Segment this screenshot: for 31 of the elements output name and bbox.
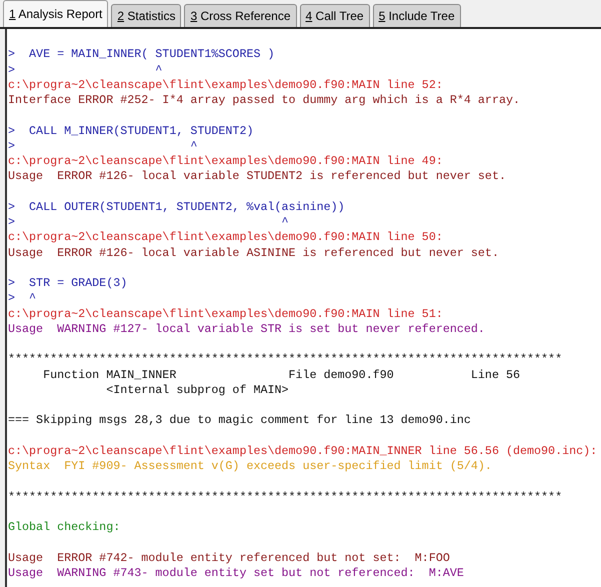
error-message: Usage ERROR #742- module entity referenced but not set: M:FOO bbox=[8, 550, 450, 564]
source-line: > ^ bbox=[8, 62, 162, 76]
fyi-message: Syntax FYI #909- Assessment v(G) exceeds user-specified limit (5/4). bbox=[8, 459, 492, 473]
report-line: <Internal subprog of MAIN> bbox=[105, 382, 289, 397]
location-line: c:\progra~2\cleanscape\flint\examples\demo90.f90:MAIN line 50: bbox=[8, 230, 443, 244]
location-line: c:\progra~2\cleanscape\flint\examples\demo90.f90:MAIN line 49: bbox=[8, 154, 443, 168]
location-line: c:\progra~2\cleanscape\flint\examples\demo90.f90:MAIN line 52: bbox=[8, 78, 443, 92]
error-message: Usage ERROR #126- local variable STUDENT2 is referenced but never set. bbox=[8, 169, 506, 184]
report-line: === Skipping msgs 28,3 due to magic comment for line 13 demo90.inc bbox=[8, 413, 471, 428]
warning-message: Usage WARNING #743- module entity set but not referenced: M:AVE bbox=[8, 566, 464, 580]
error-message: Usage ERROR #126- local variable ASININE is referenced but never set. bbox=[8, 246, 499, 260]
tab[interactable]: 2 Statistics bbox=[111, 4, 182, 27]
source-line: > ^ bbox=[8, 291, 36, 306]
source-line: > ^ bbox=[8, 138, 198, 153]
warning-message: Usage WARNING #127- local variable STR is set but never referenced. bbox=[8, 322, 485, 336]
source-line: > AVE = MAIN_INNER( STUDENT1%SCORES ) bbox=[8, 47, 275, 62]
tab[interactable]: 5 Include Tree bbox=[372, 4, 461, 27]
source-line: > ^ bbox=[8, 215, 289, 229]
location-line: c:\progra~2\cleanscape\flint\examples\demo90.f90:MAIN line 51: bbox=[8, 306, 443, 320]
location-line: c:\progra~2\cleanscape\flint\examples\demo90.f90:MAIN_INNER line 56.56 (demo90.inc): bbox=[8, 444, 598, 458]
tab[interactable]: 3 Cross Reference bbox=[184, 4, 297, 27]
tab[interactable]: 1 Analysis Report bbox=[3, 0, 108, 27]
source-line: > CALL OUTER(STUDENT1, STUDENT2, %val(asinine)) bbox=[8, 200, 345, 214]
source-line: > STR = GRADE(3) bbox=[8, 276, 128, 290]
report-line: ******************************************************************************* bbox=[8, 490, 562, 504]
report-line: Function MAIN_INNER File demo90.f90 Line 56 bbox=[42, 368, 520, 382]
source-line: > CALL M_INNER(STUDENT1, STUDENT2) bbox=[8, 124, 254, 138]
section-heading: Global checking: bbox=[8, 520, 120, 534]
tab[interactable]: 4 Call Tree bbox=[300, 4, 370, 27]
report-line: ******************************************************************************* bbox=[8, 352, 562, 366]
error-message: Interface ERROR #252- I*4 array passed to dummy arg which is a R*4 array. bbox=[8, 93, 520, 107]
